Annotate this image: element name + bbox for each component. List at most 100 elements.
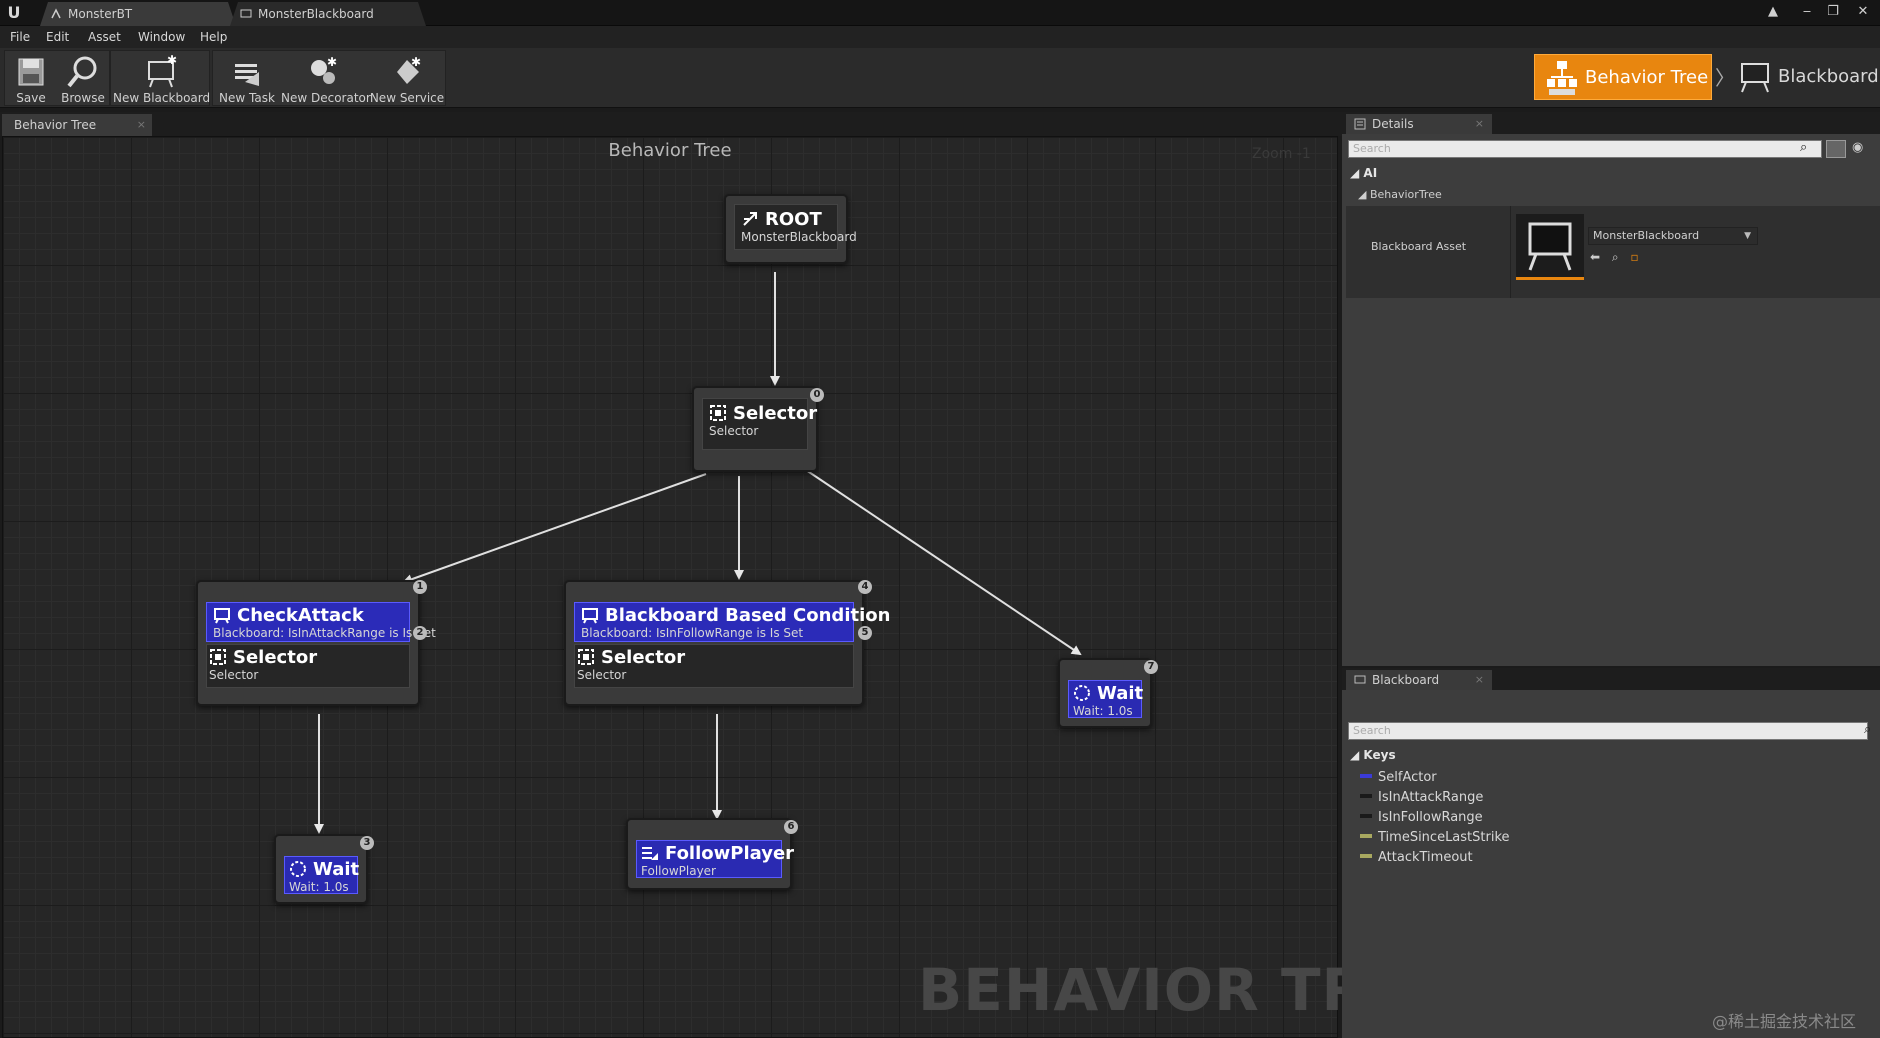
blackboard-tab-strip: Blackboard × bbox=[1342, 668, 1880, 690]
blackboard-key-attacktimeout[interactable]: AttackTimeout bbox=[1360, 850, 1473, 865]
blackboard-key-isinfollowrange[interactable]: IsInFollowRange bbox=[1360, 810, 1483, 825]
selector-node-middle-body: Selector Selector bbox=[574, 644, 854, 688]
tab-label: MonsterBT bbox=[68, 7, 133, 21]
zoom-level: Zoom -1 bbox=[1252, 146, 1311, 162]
eye-icon[interactable]: ◉ bbox=[1852, 140, 1863, 155]
details-tab-strip: Details × bbox=[1342, 112, 1880, 134]
new-blackboard-button[interactable]: ✱ New Blackboard bbox=[113, 51, 210, 107]
execution-index-badge: 1 bbox=[413, 580, 427, 594]
browse-asset-icon[interactable]: ⌕ bbox=[1612, 250, 1619, 264]
mode-behavior-tree-button[interactable]: Behavior Tree bbox=[1534, 54, 1712, 100]
decorator-blackboard-based-condition[interactable]: Blackboard Based Condition Blackboard: I… bbox=[574, 602, 890, 642]
blackboard-decorator-icon bbox=[582, 608, 598, 624]
follow-player-task-node[interactable]: FollowPlayer FollowPlayer bbox=[626, 818, 794, 890]
tab-behavior-tree-graph[interactable]: Behavior Tree × bbox=[2, 114, 152, 136]
selector-node-title: Selector bbox=[709, 403, 817, 424]
task-title: FollowPlayer bbox=[641, 843, 794, 864]
new-blackboard-icon: ✱ bbox=[148, 54, 177, 88]
toolbar-group-blackboard: ✱ New Blackboard bbox=[110, 50, 210, 106]
new-task-icon bbox=[235, 64, 259, 86]
view-options-icon[interactable] bbox=[1826, 140, 1846, 158]
selector-node-subtitle: Selector bbox=[709, 424, 759, 438]
save-button[interactable]: Save bbox=[9, 51, 53, 107]
asset-thumbnail[interactable] bbox=[1516, 214, 1584, 280]
graph-tab-label: Behavior Tree bbox=[14, 118, 97, 132]
hat-icon[interactable]: ▲ bbox=[1762, 2, 1784, 22]
graph-tab-strip: Behavior Tree × bbox=[0, 112, 1342, 136]
decorator-check-attack[interactable]: CheckAttack Blackboard: IsInAttackRange … bbox=[206, 602, 436, 642]
new-decorator-icon: ✱ bbox=[311, 55, 337, 84]
blackboard-asset-icon bbox=[1528, 222, 1572, 271]
new-service-button[interactable]: ✱ New Service bbox=[369, 51, 445, 107]
task-subtitle: Wait: 1.0s bbox=[1073, 704, 1133, 718]
menu-help[interactable]: Help bbox=[196, 26, 231, 48]
behavior-tree-mode-icon bbox=[1547, 61, 1577, 95]
wait-task-node-left[interactable]: Wait Wait: 1.0s bbox=[274, 834, 368, 904]
selector-node-subtitle: Selector bbox=[577, 668, 627, 682]
maximize-button[interactable]: ❐ bbox=[1822, 2, 1844, 22]
svg-text:✱: ✱ bbox=[411, 55, 421, 69]
search-icon: ⌕ bbox=[1800, 140, 1808, 155]
mode-blackboard-button[interactable]: Blackboard bbox=[1734, 54, 1880, 100]
category-ai[interactable]: ◢ AI bbox=[1350, 166, 1377, 180]
decorator-subtitle: Blackboard: IsInFollowRange is Is Set bbox=[581, 626, 804, 640]
tab-monsterbt[interactable]: MonsterBT bbox=[40, 2, 236, 26]
tab-blackboard[interactable]: Blackboard × bbox=[1346, 670, 1492, 690]
selector-node-left[interactable]: CheckAttack Blackboard: IsInAttackRange … bbox=[196, 580, 436, 706]
menu-edit[interactable]: Edit bbox=[42, 26, 73, 48]
browse-button[interactable]: Browse bbox=[57, 51, 109, 107]
unreal-editor-window: { "window": { "tabs": [ {"label": "Monst… bbox=[0, 0, 1880, 1038]
bool-key-icon bbox=[1360, 794, 1372, 798]
clear-asset-icon[interactable]: ▫ bbox=[1630, 250, 1638, 264]
selector-node-title: Selector bbox=[209, 647, 409, 668]
close-icon[interactable]: × bbox=[137, 114, 146, 136]
svg-text:✱: ✱ bbox=[327, 55, 337, 69]
blackboard-key-selfactor[interactable]: SelfActor bbox=[1360, 770, 1437, 785]
close-icon[interactable]: × bbox=[1475, 670, 1484, 690]
selector-node-main[interactable]: Selector Selector bbox=[692, 386, 818, 472]
menu-asset[interactable]: Asset bbox=[84, 26, 125, 48]
menu-window[interactable]: Window bbox=[134, 26, 189, 48]
wait-task-body: Wait Wait: 1.0s bbox=[1068, 680, 1143, 718]
tab-details[interactable]: Details × bbox=[1346, 114, 1492, 134]
execution-index-badge: 5 bbox=[858, 626, 872, 640]
corner-watermark: @稀土掘金技术社区 bbox=[1712, 1012, 1857, 1031]
execution-index-badge: 3 bbox=[360, 836, 374, 850]
wait-task-node-right[interactable]: Wait Wait: 1.0s bbox=[1058, 658, 1152, 728]
execution-index-badge: 0 bbox=[810, 388, 824, 402]
details-tab-label: Details bbox=[1372, 117, 1414, 131]
blackboard-key-isinattackrange[interactable]: IsInAttackRange bbox=[1360, 790, 1483, 805]
new-task-button[interactable]: New Task bbox=[217, 51, 277, 107]
mode-blackboard-label: Blackboard bbox=[1778, 66, 1879, 87]
unreal-logo-icon: U bbox=[7, 3, 21, 22]
close-button[interactable]: ✕ bbox=[1852, 2, 1874, 22]
menu-file[interactable]: File bbox=[6, 26, 34, 48]
blackboard-icon bbox=[1354, 675, 1366, 684]
wait-icon bbox=[290, 861, 306, 877]
chevron-down-icon: ▼ bbox=[1744, 231, 1751, 241]
new-decorator-label: New Decorator bbox=[281, 91, 371, 105]
root-node[interactable]: ROOT MonsterBlackboard bbox=[724, 194, 857, 264]
use-selected-icon[interactable]: ⬅ bbox=[1590, 250, 1600, 264]
details-search-input[interactable]: Search bbox=[1348, 140, 1822, 158]
save-label: Save bbox=[16, 91, 46, 105]
minimize-button[interactable]: ‒ bbox=[1796, 2, 1818, 22]
new-decorator-button[interactable]: ✱ New Decorator bbox=[281, 51, 371, 107]
tab-monsterblackboard[interactable]: MonsterBlackboard bbox=[230, 2, 426, 26]
blackboard-asset-dropdown[interactable]: MonsterBlackboard ▼ bbox=[1588, 227, 1758, 245]
selector-node-middle[interactable]: Blackboard Based Condition Blackboard: I… bbox=[564, 580, 890, 706]
save-icon bbox=[18, 58, 44, 86]
wait-icon bbox=[1074, 685, 1090, 701]
selector-node-left-body: Selector Selector bbox=[206, 644, 410, 688]
subcategory-behaviortree[interactable]: ◢ BehaviorTree bbox=[1358, 188, 1442, 201]
keys-header[interactable]: ◢ Keys bbox=[1350, 748, 1396, 762]
root-node-subtitle: MonsterBlackboard bbox=[741, 230, 857, 244]
task-title: Wait bbox=[289, 859, 359, 880]
selector-node-title: Selector bbox=[577, 647, 853, 668]
execution-index-badge: 4 bbox=[858, 580, 872, 594]
close-icon[interactable]: × bbox=[1475, 114, 1484, 134]
object-key-icon bbox=[1360, 774, 1372, 778]
blackboard-search-input[interactable]: Search bbox=[1348, 722, 1868, 740]
property-divider bbox=[1510, 206, 1511, 298]
blackboard-key-timesincelaststrike[interactable]: TimeSinceLastStrike bbox=[1360, 830, 1510, 845]
